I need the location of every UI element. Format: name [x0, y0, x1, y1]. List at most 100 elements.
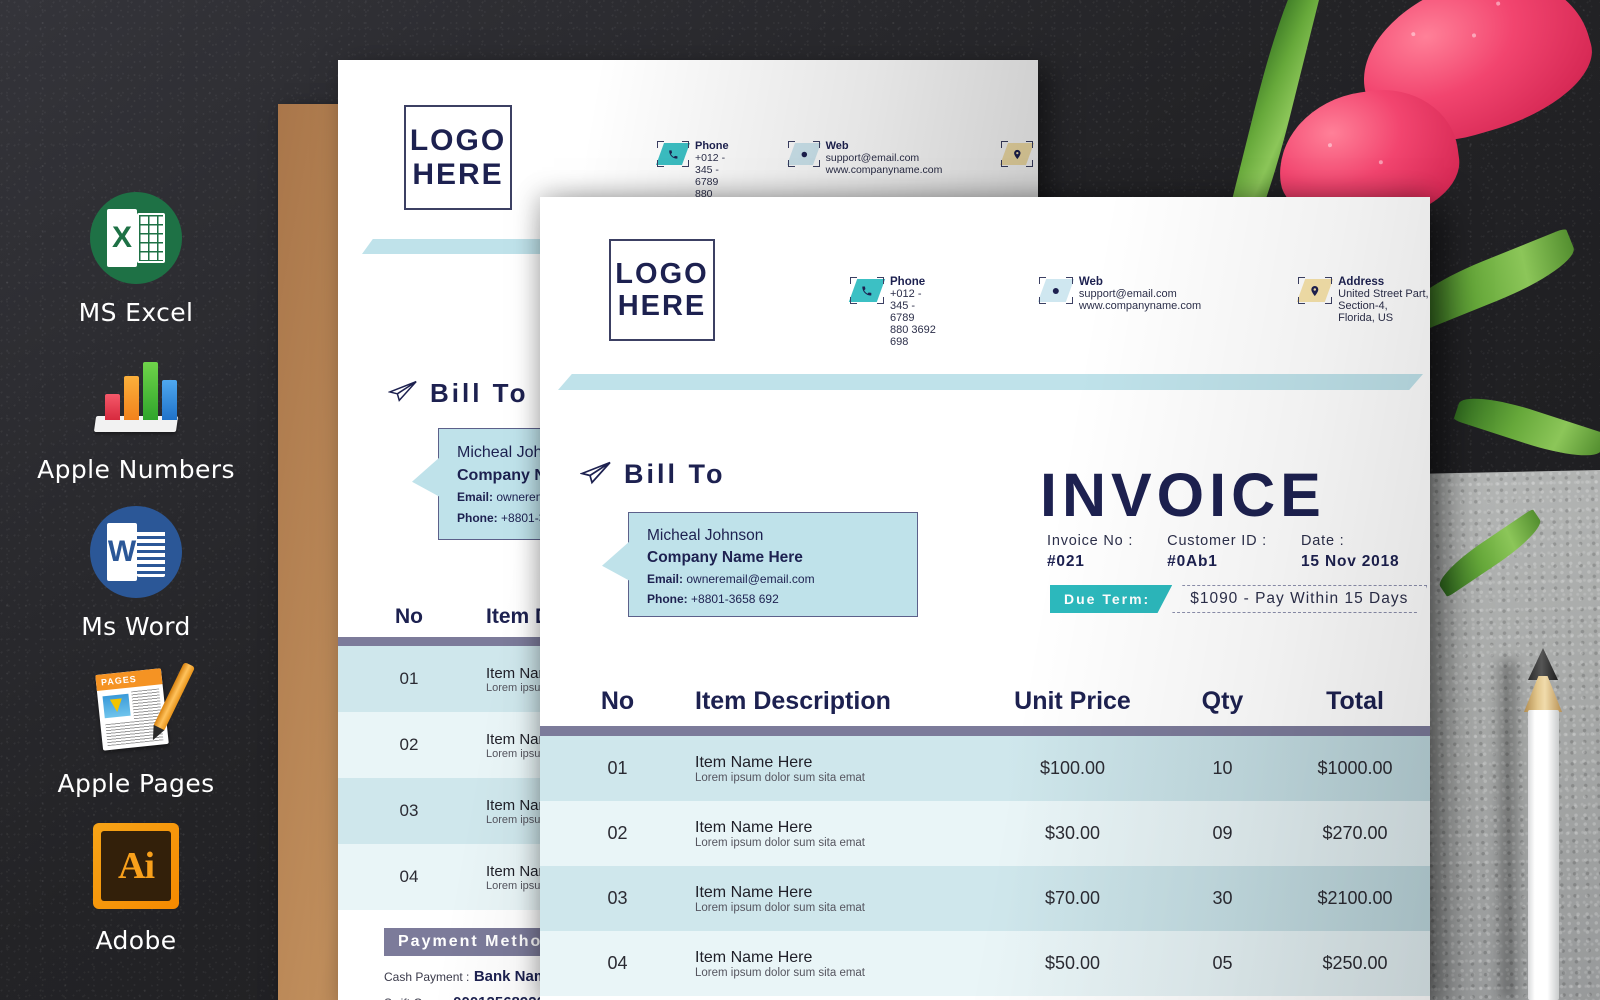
item-name: Item Name Here — [695, 948, 813, 966]
pencil-shadow — [1500, 660, 1516, 1000]
cell-no: 01 — [607, 758, 628, 778]
item-name: Item Name Here — [695, 883, 813, 901]
column-header-price: Unit Price — [1014, 687, 1131, 715]
logo-line-2: HERE — [617, 290, 707, 322]
cell-unit-price: $100.00 — [1039, 758, 1106, 778]
contact-line: 880 3692 698 — [890, 324, 936, 348]
phone-icon — [848, 277, 886, 304]
contact-title: Phone — [890, 276, 926, 288]
payment-key: Cash Payment : — [384, 970, 470, 984]
contact-line: Florida, US — [1338, 312, 1394, 324]
contact-title: Phone — [695, 140, 729, 152]
logo-placeholder: LOGO HERE — [404, 105, 512, 210]
contact-line: www.companyname.com — [825, 164, 943, 176]
meta-key: Invoice No : — [1047, 533, 1134, 549]
cell-total: $270.00 — [1322, 823, 1388, 843]
phone-label: Phone: — [457, 510, 498, 525]
column-header-qty: Qty — [1201, 687, 1244, 715]
meta-invoice-no: Invoice No : #021 — [1047, 531, 1133, 571]
email-value: owneremail@email.com — [686, 572, 815, 586]
contact-title: Web — [825, 140, 849, 152]
sidebar-item-ms-word[interactable]: W Ms Word — [0, 506, 272, 641]
sidebar-item-apple-numbers[interactable]: Apple Numbers — [0, 349, 272, 484]
ms-excel-icon: X — [90, 192, 182, 284]
logo-line-1: LOGO — [409, 123, 507, 157]
payment-key: Swift Coce - — [384, 996, 449, 1000]
phone-value: +8801-3658 692 — [691, 592, 779, 607]
contact-line: +012 - 345 - 6789 — [890, 288, 922, 324]
column-header-no: No — [395, 605, 423, 628]
cell-total: $2100.00 — [1317, 888, 1393, 908]
globe-icon — [1037, 277, 1075, 304]
bill-to-header: Bill To — [387, 378, 529, 409]
table-row[interactable]: 01 Item Name Here Lorem ipsum dolor sum … — [540, 736, 1430, 801]
invoice-page-front[interactable]: LOGO HERE Phone +012 - 345 - 6789 880 36… — [540, 197, 1430, 1000]
adobe-illustrator-icon: Ai — [90, 820, 182, 912]
due-term-badge: Due Term: $1090 - Pay Within 15 Days — [1050, 585, 1428, 613]
contact-line: support@email.com — [825, 152, 920, 164]
due-term-label: Due Term: — [1050, 585, 1173, 613]
contact-line: +012 - 345 - 6789 — [695, 152, 726, 188]
cell-no: 04 — [399, 867, 419, 886]
cell-total: $1000.00 — [1317, 758, 1393, 778]
meta-date: Date : 15 Nov 2018 — [1301, 531, 1399, 571]
cell-description: Item Name Here Lorem ipsum dolor sum sit… — [695, 819, 980, 849]
screenshot-stage: X MS Excel Apple Numbers W Ms Word PAGES… — [0, 0, 1600, 1000]
meta-key: Customer ID : — [1167, 533, 1268, 549]
paper-plane-icon — [579, 460, 612, 490]
column-header-item: Item Description — [695, 687, 891, 715]
cell-qty: 09 — [1212, 823, 1233, 843]
table-row[interactable]: 02 Item Name Here Lorem ipsum dolor sum … — [540, 801, 1430, 866]
column-header-no: No — [600, 687, 635, 715]
logo-placeholder: LOGO HERE — [609, 239, 715, 341]
contact-address[interactable]: Address United Street Part, Section-4, F… — [1296, 276, 1430, 348]
cell-qty: 30 — [1212, 888, 1233, 908]
sidebar-item-adobe-illustrator[interactable]: Ai Adobe — [0, 820, 272, 955]
globe-icon — [786, 141, 821, 167]
cell-description: Item Name Here Lorem ipsum dolor sum sit… — [695, 884, 980, 914]
bill-to-header: Bill To — [579, 459, 726, 490]
cell-qty: 10 — [1212, 758, 1233, 778]
sidebar-item-label: MS Excel — [78, 298, 194, 327]
sidebar-item-label: Ms Word — [81, 612, 191, 641]
ai-glyph: Ai — [101, 831, 171, 901]
sidebar-item-label: Apple Numbers — [37, 455, 235, 484]
cell-unit-price: $30.00 — [1044, 823, 1101, 843]
meta-value: #021 — [1047, 552, 1085, 570]
decorative-band — [558, 374, 1423, 390]
ms-word-icon: W — [90, 506, 182, 598]
contact-line: www.companyname.com — [1078, 300, 1202, 312]
contact-title: Web — [1078, 276, 1103, 288]
sidebar-item-ms-excel[interactable]: X MS Excel — [0, 192, 272, 327]
apple-numbers-icon — [90, 349, 182, 441]
phone-label: Phone: — [647, 592, 688, 607]
excel-letter: X — [107, 209, 137, 267]
item-desc: Lorem ipsum dolor sum sita emat — [695, 771, 866, 784]
cell-no: 03 — [399, 801, 419, 820]
contact-line: support@email.com — [1078, 288, 1177, 300]
contact-web[interactable]: Web support@email.com www.companyname.co… — [1037, 276, 1202, 348]
item-name: Item Name Here — [695, 753, 813, 771]
software-compatibility-sidebar: X MS Excel Apple Numbers W Ms Word PAGES… — [0, 0, 272, 1000]
due-term-value: $1090 - Pay Within 15 Days — [1172, 585, 1428, 613]
meta-value: 15 Nov 2018 — [1301, 552, 1400, 570]
meta-customer-id: Customer ID : #0Ab1 — [1167, 531, 1267, 571]
cell-total: $250.00 — [1322, 953, 1388, 973]
sidebar-item-label: Apple Pages — [57, 769, 215, 798]
bill-to-name: Micheal Johnson — [647, 527, 764, 544]
cell-unit-price: $70.00 — [1044, 888, 1101, 908]
logo-line-1: LOGO — [615, 257, 709, 290]
sidebar-item-apple-pages[interactable]: PAGES Apple Pages — [0, 661, 272, 798]
column-header-total: Total — [1326, 687, 1384, 715]
item-desc: Lorem ipsum dolor sum sita emat — [695, 966, 866, 979]
item-desc: Lorem ipsum dolor sum sita emat — [695, 836, 866, 849]
meta-value: #0Ab1 — [1167, 552, 1218, 570]
contact-phone[interactable]: Phone +012 - 345 - 6789 880 3692 698 — [848, 276, 942, 348]
table-row[interactable]: 04 Item Name Here Lorem ipsum dolor sum … — [540, 931, 1430, 996]
page-title: INVOICE — [1040, 461, 1326, 529]
payment-value: 00012568920 — [453, 994, 545, 1000]
item-name: Item Name Here — [695, 818, 813, 836]
item-desc: Lorem ipsum dolor sum sita emat — [695, 901, 866, 914]
table-row[interactable]: 03 Item Name Here Lorem ipsum dolor sum … — [540, 866, 1430, 931]
line-items-table: No Item Description Unit Price Qty Total… — [540, 687, 1430, 996]
